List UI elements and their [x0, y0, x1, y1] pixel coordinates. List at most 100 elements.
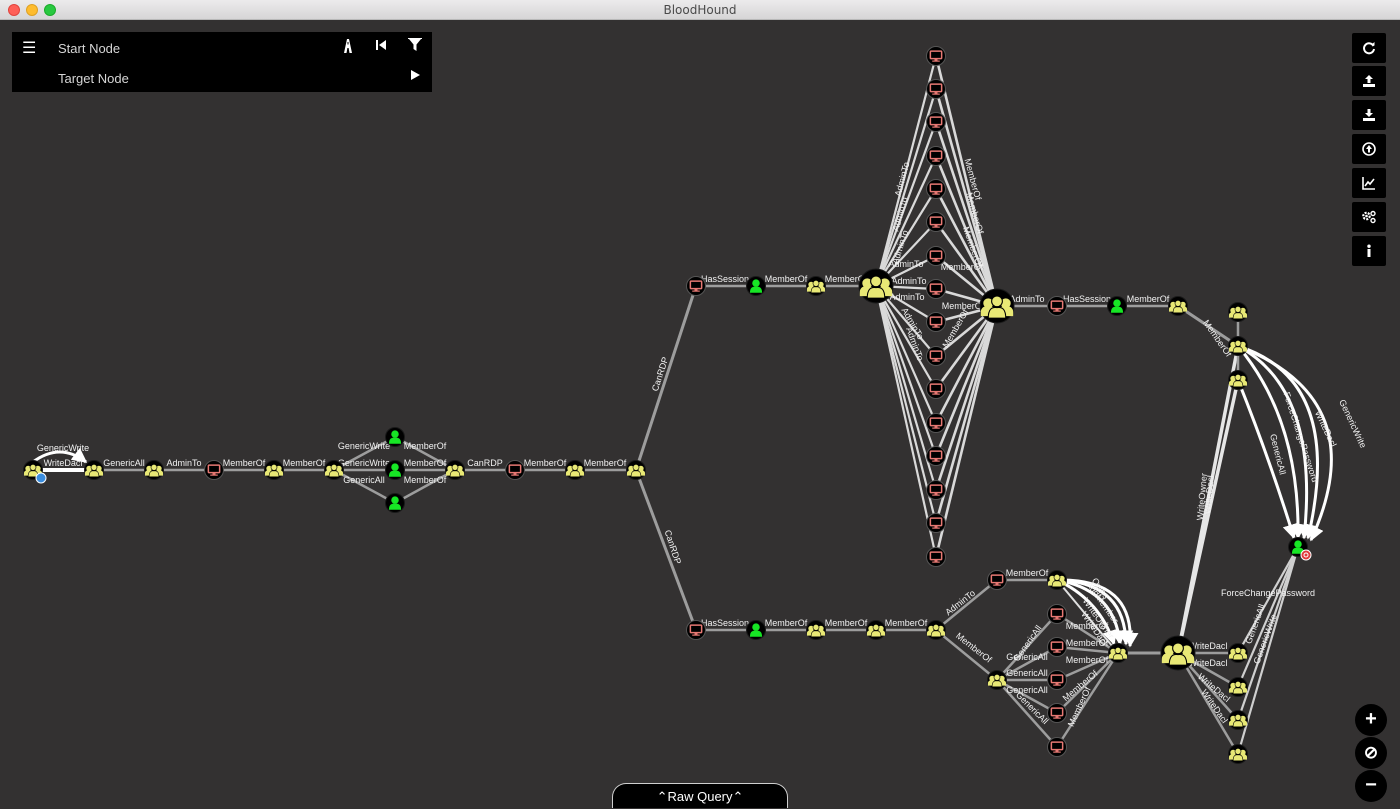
edge-label: MemberOf	[765, 274, 808, 284]
computer-node[interactable]	[204, 460, 224, 480]
computer-node[interactable]	[1047, 637, 1067, 657]
computer-node[interactable]	[926, 413, 946, 433]
zoom-in-button[interactable]: +	[1355, 704, 1387, 736]
computer-node[interactable]	[926, 112, 946, 132]
computer-node[interactable]	[926, 446, 946, 466]
relationship-edge[interactable]	[935, 579, 998, 631]
filter-icon[interactable]	[406, 38, 424, 56]
user-node[interactable]	[746, 620, 766, 640]
relationship-edge[interactable]	[634, 285, 698, 471]
group-node[interactable]	[1168, 296, 1188, 316]
computer-node[interactable]	[505, 460, 525, 480]
computer-node[interactable]	[926, 346, 946, 366]
group-node[interactable]	[1228, 677, 1248, 697]
user-node[interactable]	[385, 427, 405, 447]
about-button[interactable]	[1352, 236, 1386, 266]
play-icon[interactable]	[406, 68, 424, 86]
group-node[interactable]	[626, 460, 646, 480]
computer-node[interactable]	[926, 379, 946, 399]
user-node[interactable]	[385, 460, 405, 480]
edge-label: GenericAll	[1006, 685, 1048, 695]
group-node[interactable]	[1228, 336, 1248, 356]
target-node-input[interactable]	[56, 67, 330, 89]
edge-label: MemberOf	[1006, 568, 1049, 578]
computer-node[interactable]	[926, 246, 946, 266]
group-node[interactable]	[324, 460, 344, 480]
group-node[interactable]	[926, 620, 946, 640]
refresh-button[interactable]	[1352, 33, 1386, 63]
user-node[interactable]	[385, 493, 405, 513]
hamburger-menu-icon[interactable]: ☰	[22, 38, 36, 58]
road-icon[interactable]	[339, 38, 357, 56]
edge-label: HasSession	[1063, 294, 1111, 304]
group-icon	[84, 463, 104, 478]
group-node[interactable]	[1228, 643, 1248, 663]
group-node[interactable]	[1228, 710, 1248, 730]
group-node[interactable]	[144, 460, 164, 480]
start-node-row: ☰	[12, 32, 432, 62]
group-node[interactable]	[445, 460, 465, 480]
computer-node[interactable]	[926, 179, 946, 199]
edge-label: MemberOf	[1066, 638, 1109, 648]
group-icon	[926, 623, 946, 638]
relationship-edge[interactable]	[934, 121, 999, 307]
refresh-icon	[1363, 42, 1375, 55]
computer-node[interactable]	[1047, 703, 1067, 723]
relationship-edge[interactable]	[634, 469, 698, 631]
database-info-button[interactable]	[1352, 168, 1386, 198]
edge-label: GenericWrite	[338, 458, 390, 468]
user-node[interactable]	[746, 276, 766, 296]
edge-label: MemberOf	[404, 475, 447, 485]
computer-node[interactable]	[926, 480, 946, 500]
edge-label: WriteDacl	[1189, 658, 1228, 668]
computer-node[interactable]	[926, 212, 946, 232]
raw-query-toggle[interactable]: ⌃Raw Query⌃	[612, 783, 788, 808]
computer-node[interactable]	[686, 276, 706, 296]
computer-node[interactable]	[926, 547, 946, 567]
group-node[interactable]	[1228, 370, 1248, 390]
group-node[interactable]	[987, 670, 1007, 690]
step-backward-icon[interactable]	[372, 38, 390, 56]
relationship-edge[interactable]	[934, 305, 999, 491]
graph-canvas[interactable]: GenericWrite WriteDacl GenericAll AdminTo Me…	[0, 20, 1400, 808]
computer-node[interactable]	[926, 279, 946, 299]
group-node-large[interactable]	[858, 268, 894, 304]
group-node[interactable]	[806, 276, 826, 296]
group-node[interactable]	[565, 460, 585, 480]
export-graph-button[interactable]	[1352, 66, 1386, 96]
computer-node[interactable]	[926, 146, 946, 166]
group-node[interactable]	[84, 460, 104, 480]
computer-node[interactable]	[926, 79, 946, 99]
computer-node[interactable]	[1047, 296, 1067, 316]
settings-button[interactable]	[1352, 202, 1386, 232]
computer-node[interactable]	[1047, 670, 1067, 690]
target-node-row	[12, 62, 432, 92]
group-node[interactable]	[866, 620, 886, 640]
group-node[interactable]	[1108, 643, 1128, 663]
start-node-input[interactable]	[56, 37, 330, 59]
computer-node[interactable]	[1047, 737, 1067, 757]
computer-node[interactable]	[1047, 604, 1067, 624]
computer-node[interactable]	[926, 312, 946, 332]
group-node[interactable]	[1228, 302, 1248, 322]
computer-node[interactable]	[686, 620, 706, 640]
group-icon	[1108, 646, 1128, 661]
computer-node[interactable]	[987, 570, 1007, 590]
group-node-large[interactable]	[979, 288, 1015, 324]
group-node-large[interactable]	[1160, 635, 1196, 671]
zoom-out-button[interactable]: −	[1355, 770, 1387, 802]
edge-label: AdminTo	[891, 276, 926, 286]
computer-node[interactable]	[926, 513, 946, 533]
computer-node[interactable]	[926, 46, 946, 66]
group-icon	[1228, 339, 1248, 354]
import-graph-button[interactable]	[1352, 100, 1386, 130]
relationship-edge[interactable]	[1176, 379, 1240, 654]
group-node[interactable]	[1047, 570, 1067, 590]
group-node[interactable]	[1228, 744, 1248, 764]
user-node[interactable]	[1107, 296, 1127, 316]
group-node[interactable]	[264, 460, 284, 480]
upload-data-button[interactable]	[1352, 134, 1386, 164]
reset-zoom-button[interactable]: ⊘	[1355, 737, 1387, 769]
group-node[interactable]	[806, 620, 826, 640]
edge-label: MemberOf	[940, 307, 970, 349]
